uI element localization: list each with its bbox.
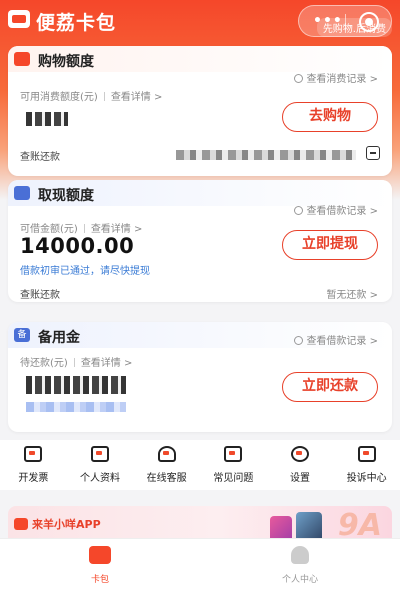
- shopping-quota-card: 购物额度 查看消费记录 > 可用消费额度(元) 查看详情 > 去购物 查账还款: [8, 46, 392, 176]
- redacted-amount: [26, 112, 68, 126]
- bottom-tab-bar: 卡包 个人中心: [0, 538, 400, 596]
- loan-record-link[interactable]: 查看借款记录 >: [294, 202, 378, 217]
- user-tab-icon: [291, 546, 309, 564]
- clock-icon: [294, 74, 304, 83]
- redacted-repayment-note: [26, 402, 126, 412]
- clock-icon: [294, 206, 304, 215]
- bill-repay-label[interactable]: 查账还款: [20, 286, 60, 301]
- service-grid: 开发票 个人资料 在线客服 常见问题 设置 投诉中心: [0, 440, 400, 490]
- loan-record-link[interactable]: 查看借款记录 >: [294, 332, 378, 347]
- clock-icon: [294, 336, 304, 345]
- service-invoice[interactable]: 开发票: [0, 440, 67, 490]
- reserve-icon: 备: [14, 328, 30, 342]
- invoice-icon: [24, 446, 43, 462]
- service-faq[interactable]: 常见问题: [200, 440, 267, 490]
- reserve-fund-card: 备 备用金 查看借款记录 > 待还款(元) 查看详情 > 立即还款: [8, 322, 392, 432]
- brand-logo-icon: [14, 518, 28, 530]
- detail-link[interactable]: 查看详情 >: [81, 358, 133, 369]
- redacted-bill-status: [176, 150, 356, 160]
- cash-wallet-icon: [14, 186, 30, 200]
- borrowable-amount-label: 可借金额(元) 查看详情 >: [20, 224, 143, 235]
- borrowable-amount: 14000.00: [20, 234, 135, 258]
- bill-repay-label[interactable]: 查账还款: [20, 148, 60, 163]
- wallet-logo-icon: [8, 10, 30, 28]
- pending-repayment-label: 待还款(元) 查看详情 >: [20, 358, 133, 369]
- withdraw-now-button[interactable]: 立即提现: [282, 230, 378, 260]
- card-title: 取现额度: [38, 188, 94, 204]
- no-repayment-status[interactable]: 暂无还款 >: [326, 286, 378, 301]
- go-shopping-button[interactable]: 去购物: [282, 102, 378, 132]
- repay-now-button[interactable]: 立即还款: [282, 372, 378, 402]
- app-title: 便荔卡包: [36, 12, 117, 34]
- redacted-repayment-amount: [26, 376, 126, 394]
- id-card-icon: [91, 446, 109, 462]
- card-title: 购物额度: [38, 54, 94, 70]
- detail-link[interactable]: 查看详情 >: [111, 92, 163, 103]
- banner-text: 来羊小咩APP: [32, 518, 101, 531]
- complaint-icon: [357, 446, 376, 462]
- bill-status-icon[interactable]: [366, 146, 380, 160]
- card-title: 备用金: [38, 330, 80, 346]
- tab-card-wallet[interactable]: 卡包: [0, 539, 200, 596]
- card-header: 购物额度: [8, 46, 392, 72]
- gear-icon: [291, 446, 310, 462]
- tab-personal-center[interactable]: 个人中心: [200, 539, 400, 596]
- question-icon: [224, 446, 243, 462]
- approval-hint: 借款初审已通过，请尽快提现: [20, 266, 150, 277]
- service-online-support[interactable]: 在线客服: [133, 440, 200, 490]
- service-profile[interactable]: 个人资料: [67, 440, 134, 490]
- shopping-bag-icon: [14, 52, 30, 66]
- cash-quota-card: 取现额度 查看借款记录 > 可借金额(元) 查看详情 > 14000.00 借款初…: [8, 180, 392, 302]
- wallet-tab-icon: [89, 546, 111, 564]
- headset-icon: [157, 446, 176, 462]
- consumption-record-link[interactable]: 查看消费记录 >: [294, 70, 378, 85]
- slogan-badge: 先购物.后消费: [316, 18, 392, 37]
- service-settings[interactable]: 设置: [267, 440, 334, 490]
- service-complaints[interactable]: 投诉中心: [333, 440, 400, 490]
- available-quota-label: 可用消费额度(元) 查看详情 >: [20, 92, 163, 103]
